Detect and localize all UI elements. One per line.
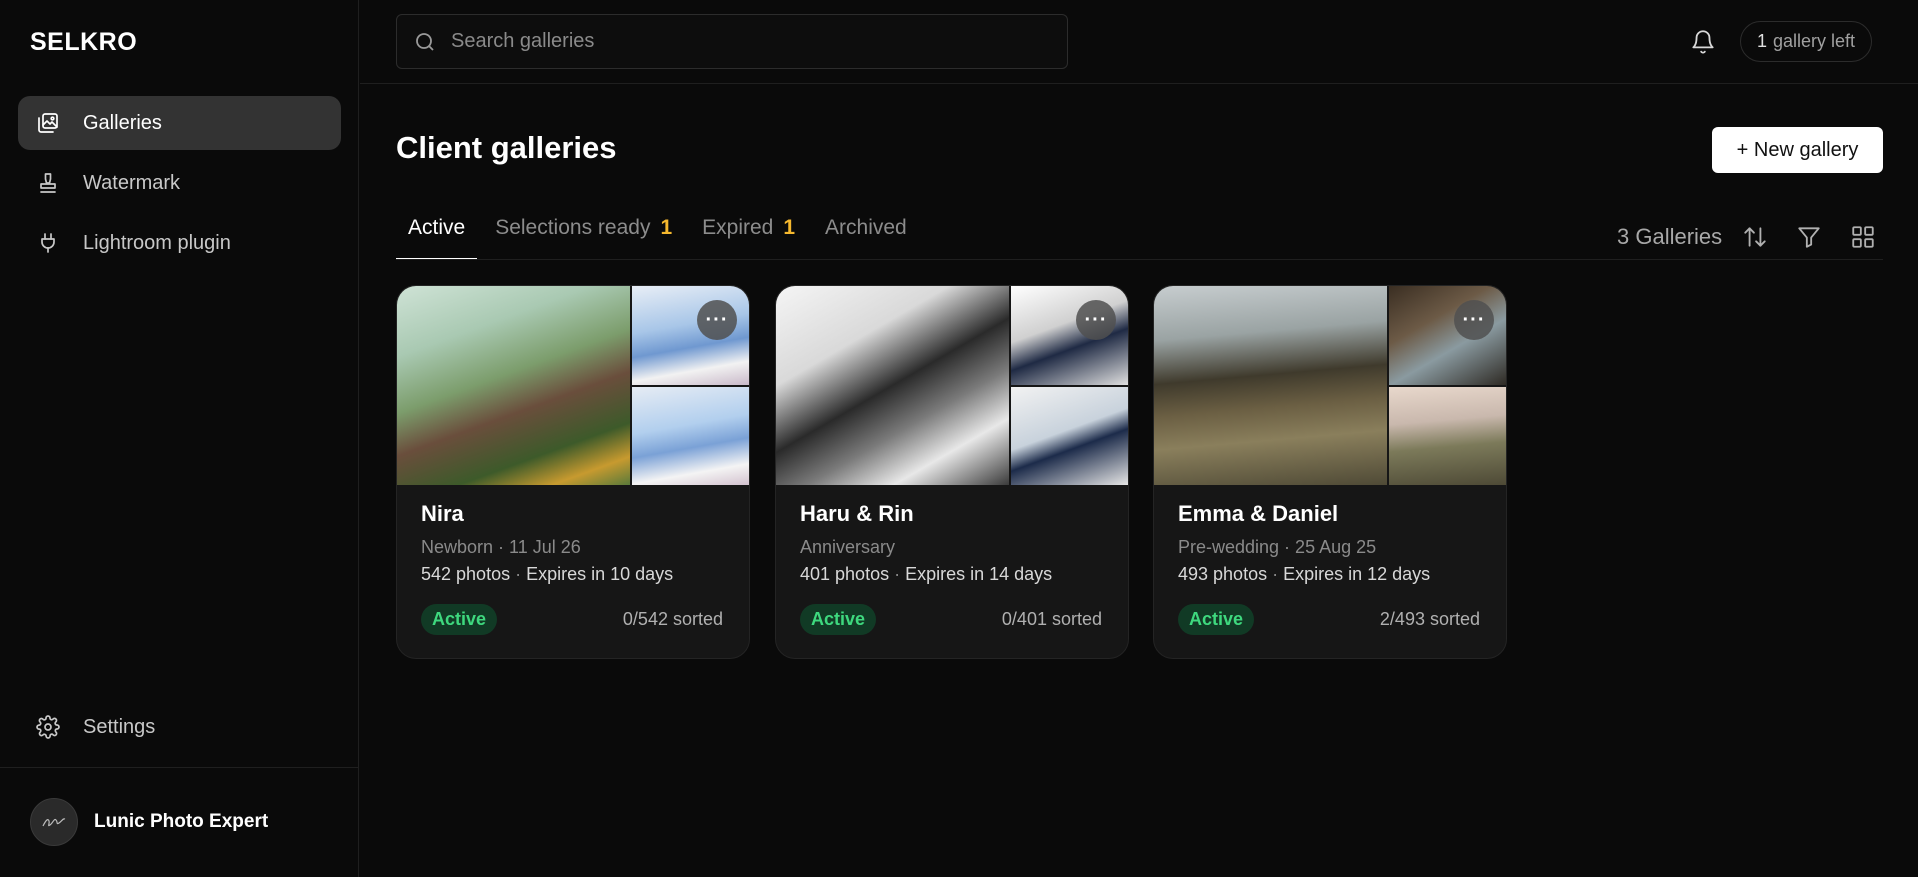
tab-label: Selections ready [495, 216, 651, 239]
ellipsis-icon: ··· [1462, 308, 1486, 331]
tab-label: Archived [825, 216, 907, 239]
gallery-type-date: Newborn · 11 Jul 26 [421, 537, 581, 557]
gallery-type-date: Pre-wedding · 25 Aug 25 [1178, 537, 1377, 557]
filter-icon[interactable] [1796, 224, 1822, 250]
galleries-icon [36, 111, 60, 135]
gallery-thumbnails: ··· [397, 286, 749, 485]
gallery-thumbnail [631, 384, 749, 485]
gallery-thumbnail [631, 286, 749, 385]
gallery-expiry: Expires in 10 days [526, 564, 674, 584]
user-name: Lunic Photo Expert [94, 811, 269, 832]
gallery-photo-count: 542 photos [421, 564, 511, 584]
sidebar-item-galleries[interactable]: Galleries [18, 96, 341, 150]
plug-icon [36, 231, 60, 255]
app-logo[interactable]: SELKRO [30, 28, 137, 57]
new-gallery-button[interactable]: + New gallery [1712, 127, 1883, 173]
ellipsis-icon: ··· [705, 308, 729, 331]
tabs-divider [396, 259, 1883, 260]
sidebar-divider [0, 767, 359, 768]
sidebar-item-watermark[interactable]: Watermark [18, 156, 341, 210]
settings-section: Settings [18, 700, 341, 760]
tab-label: Active [408, 216, 466, 239]
more-options-button[interactable]: ··· [1076, 300, 1116, 340]
gallery-tabs: Active Selections ready 1 Expired 1 Arch… [396, 212, 937, 260]
gallery-card-haru-rin[interactable]: ··· Haru & Rin Anniversary 401 photos · … [775, 285, 1129, 659]
tab-expired[interactable]: Expired 1 [702, 212, 795, 260]
gallery-photo-count: 401 photos [800, 564, 890, 584]
gallery-count: 3 Galleries [1617, 224, 1723, 249]
grid-view-icon[interactable] [1850, 224, 1876, 250]
sidebar-item-label: Lightroom plugin [83, 231, 231, 254]
bell-icon[interactable] [1690, 28, 1716, 56]
gallery-thumbnail [1010, 384, 1128, 485]
tab-active[interactable]: Active [396, 212, 478, 260]
sidebar-item-lightroom-plugin[interactable]: Lightroom plugin [18, 216, 341, 270]
tab-label: Expired [702, 216, 774, 239]
search-bar[interactable] [396, 14, 1068, 69]
sorted-count: 0/401 sorted [1001, 609, 1102, 629]
stamp-icon [36, 171, 60, 195]
sidebar: SELKRO Galleries Watermark Lightroom plu… [0, 0, 359, 877]
search-icon [413, 30, 437, 54]
sidebar-nav: Galleries Watermark Lightroom plugin [18, 96, 341, 276]
quota-text: gallery left [1773, 31, 1856, 51]
tab-count-badge: 1 [660, 216, 673, 239]
gallery-expiry: Expires in 12 days [1283, 564, 1431, 584]
gallery-expiry: Expires in 14 days [905, 564, 1053, 584]
tab-selections-ready[interactable]: Selections ready 1 [495, 212, 672, 260]
status-badge: Active [421, 604, 498, 635]
sidebar-item-label: Watermark [83, 171, 181, 194]
sidebar-item-label: Galleries [83, 111, 162, 134]
gallery-type-date: Anniversary [800, 537, 896, 557]
gallery-name: Haru & Rin [800, 501, 914, 526]
quota-number: 1 [1757, 31, 1768, 51]
gallery-card-emma-daniel[interactable]: ··· Emma & Daniel Pre-wedding · 25 Aug 2… [1153, 285, 1507, 659]
sorted-count: 2/493 sorted [1379, 609, 1480, 629]
status-badge: Active [1178, 604, 1255, 635]
more-options-button[interactable]: ··· [697, 300, 737, 340]
sorted-count: 0/542 sorted [622, 609, 723, 629]
tab-archived[interactable]: Archived [825, 212, 907, 260]
avatar [30, 798, 78, 846]
more-options-button[interactable]: ··· [1454, 300, 1494, 340]
gallery-thumbnail [1010, 286, 1128, 385]
gallery-thumbnail [1388, 384, 1506, 485]
search-input[interactable] [451, 30, 1051, 53]
gallery-cover-image [776, 286, 1009, 485]
sidebar-item-label: Settings [83, 715, 156, 738]
gallery-name: Emma & Daniel [1178, 501, 1339, 526]
gallery-photo-count: 493 photos [1178, 564, 1268, 584]
gallery-thumbnail [1388, 286, 1506, 385]
page-title: Client galleries [396, 130, 617, 165]
gallery-card-nira[interactable]: ··· Nira Newborn · 11 Jul 26 542 photos … [396, 285, 750, 659]
tab-count-badge: 1 [783, 216, 796, 239]
user-profile[interactable]: Lunic Photo Expert [30, 798, 268, 846]
gallery-cover-image [1154, 286, 1387, 485]
gallery-thumbnails: ··· [1154, 286, 1506, 485]
gallery-name: Nira [421, 501, 464, 526]
gear-icon [36, 715, 60, 739]
gallery-quota-badge[interactable]: 1 gallery left [1740, 21, 1873, 62]
gallery-thumbnails: ··· [776, 286, 1128, 485]
sidebar-item-settings[interactable]: Settings [18, 700, 341, 754]
status-badge: Active [800, 604, 877, 635]
topbar: 1 gallery left [360, 0, 1918, 84]
sort-icon[interactable] [1742, 224, 1768, 250]
ellipsis-icon: ··· [1084, 308, 1108, 331]
gallery-cover-image [397, 286, 630, 485]
